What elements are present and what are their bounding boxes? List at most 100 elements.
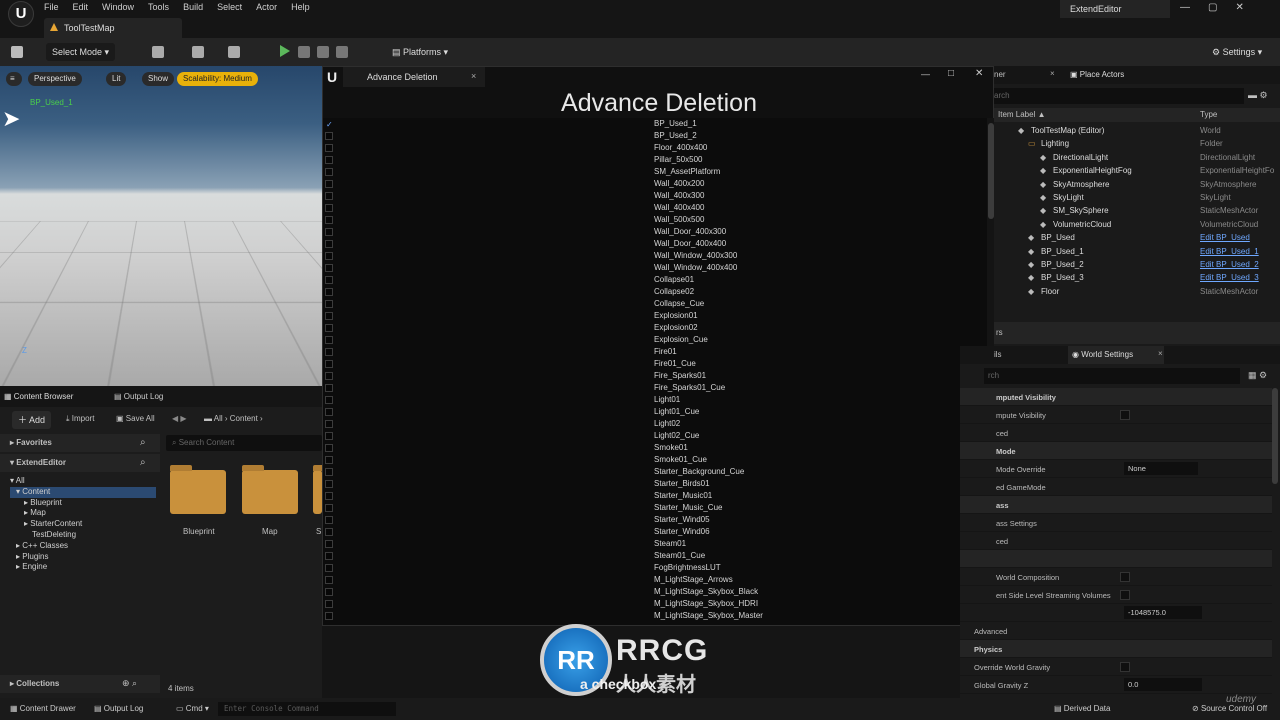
asset-checkbox[interactable]	[325, 360, 333, 368]
tree-all[interactable]: ▾ All	[10, 476, 156, 487]
close-icon[interactable]: ✕	[1235, 2, 1243, 13]
asset-checkbox[interactable]	[325, 144, 333, 152]
asset-checkbox[interactable]	[325, 300, 333, 308]
asset-row[interactable]: Wall_Door_400x300	[323, 226, 987, 238]
add-button[interactable]: ＋ Add	[12, 411, 52, 429]
property-checkbox[interactable]	[1120, 590, 1130, 600]
asset-checkbox[interactable]	[325, 588, 333, 596]
asset-checkbox[interactable]	[325, 492, 333, 500]
asset-row[interactable]: Fire01	[323, 346, 987, 358]
details-section-header[interactable]: mputed Visibility	[960, 388, 1272, 406]
console-input[interactable]: Enter Console Command	[218, 702, 396, 716]
property-checkbox[interactable]	[1120, 410, 1130, 420]
asset-row[interactable]: Smoke01	[323, 442, 987, 454]
asset-checkbox[interactable]	[325, 456, 333, 464]
asset-checkbox[interactable]	[325, 552, 333, 560]
breadcrumb-content[interactable]: Content	[230, 414, 258, 423]
outliner-row[interactable]: ◆ BP_Used Edit BP_Used	[994, 231, 1280, 244]
asset-checkbox[interactable]	[325, 168, 333, 176]
property-checkbox[interactable]	[1120, 662, 1130, 672]
asset-row[interactable]: Fire01_Cue	[323, 358, 987, 370]
asset-checkbox[interactable]	[325, 408, 333, 416]
dialog-maximize-icon[interactable]: □	[948, 68, 954, 79]
asset-checkbox[interactable]	[325, 180, 333, 188]
place-actors-tab[interactable]: ▣ Place Actors	[1070, 70, 1124, 79]
maximize-icon[interactable]: ▢	[1208, 2, 1217, 13]
details-property-row[interactable]: -1048575.0	[960, 604, 1272, 622]
asset-row[interactable]: ✓ BP_Used_1	[323, 118, 987, 130]
asset-row[interactable]: Fire_Sparks01_Cue	[323, 382, 987, 394]
asset-row[interactable]: M_LightStage_Skybox_Black	[323, 586, 987, 598]
menu-window[interactable]: Window	[102, 2, 134, 12]
asset-row[interactable]: Wall_400x400	[323, 202, 987, 214]
asset-checkbox[interactable]	[325, 228, 333, 236]
asset-checkbox[interactable]	[325, 480, 333, 488]
asset-checkbox[interactable]	[325, 564, 333, 572]
outliner-row[interactable]: ▭ Lighting Folder	[994, 137, 1280, 150]
asset-checkbox[interactable]	[325, 312, 333, 320]
derived-data-button[interactable]: ▤ Derived Data	[1048, 701, 1116, 717]
outliner-row[interactable]: ◆ Floor StaticMeshActor	[994, 285, 1280, 298]
asset-row[interactable]: Light01	[323, 394, 987, 406]
asset-checkbox[interactable]	[325, 288, 333, 296]
breadcrumb-all[interactable]: All	[214, 414, 223, 423]
asset-row[interactable]: Collapse02	[323, 286, 987, 298]
asset-checkbox[interactable]	[325, 372, 333, 380]
outliner-row[interactable]: ◆ BP_Used_3 Edit BP_Used_3	[994, 271, 1280, 284]
asset-row[interactable]: Explosion02	[323, 322, 987, 334]
tree-engine[interactable]: ▸ Engine	[10, 562, 156, 573]
save-icon[interactable]	[11, 46, 23, 58]
advance-deletion-tab[interactable]: Advance Deletion	[343, 67, 485, 87]
asset-row[interactable]: Wall_Window_400x300	[323, 250, 987, 262]
gamemode-override-dropdown[interactable]: None	[1124, 462, 1198, 475]
dialog-close-icon[interactable]: ✕	[975, 68, 983, 79]
tree-startercontent[interactable]: ▸ StarterContent	[10, 519, 156, 530]
unreal-logo-icon[interactable]: U	[8, 1, 34, 27]
col-type[interactable]: Type	[1200, 110, 1217, 119]
asset-checkbox[interactable]	[325, 600, 333, 608]
details-search-input[interactable]: rch	[984, 368, 1240, 384]
asset-checkbox[interactable]: ✓	[325, 120, 333, 129]
history-nav[interactable]: ◀ ▶	[172, 414, 187, 423]
asset-row[interactable]: Wall_Window_400x400	[323, 262, 987, 274]
asset-checkbox[interactable]	[325, 384, 333, 392]
asset-row[interactable]: Pillar_50x500	[323, 154, 987, 166]
outliner-row[interactable]: ◆ VolumetricCloud VolumetricCloud	[994, 218, 1280, 231]
folder-map-icon[interactable]	[242, 465, 298, 514]
details-property-row[interactable]: ed GameMode	[960, 478, 1272, 496]
search-content-input[interactable]: ⌕ Search Content	[166, 435, 322, 451]
asset-row[interactable]: SM_AssetPlatform	[323, 166, 987, 178]
outliner-row[interactable]: ◆ DirectionalLight DirectionalLight	[994, 151, 1280, 164]
tree-cpp-classes[interactable]: ▸ C++ Classes	[10, 541, 156, 552]
outliner-item-type[interactable]: Edit BP_Used	[1200, 233, 1280, 242]
outliner-item-type[interactable]: Edit BP_Used_2	[1200, 260, 1280, 269]
details-property-row[interactable]: ent Side Level Streaming Volumes	[960, 586, 1272, 604]
asset-checkbox[interactable]	[325, 348, 333, 356]
output-log-button[interactable]: ▤ Output Log	[88, 701, 149, 717]
asset-row[interactable]: M_LightStage_Skybox_HDRI	[323, 598, 987, 610]
details-section-header[interactable]: Physics	[960, 640, 1272, 658]
eject-icon[interactable]	[336, 46, 348, 58]
settings-button[interactable]: ⚙ Settings ▾	[1206, 43, 1268, 61]
asset-checkbox[interactable]	[325, 336, 333, 344]
cinematics-icon[interactable]	[228, 46, 240, 58]
asset-checkbox[interactable]	[325, 420, 333, 428]
details-property-row[interactable]: ass Settings	[960, 514, 1272, 532]
folder-blueprint-icon[interactable]	[170, 465, 226, 514]
asset-checkbox[interactable]	[325, 204, 333, 212]
details-property-row[interactable]: Global Gravity Z 0.0	[960, 676, 1272, 694]
details-property-row[interactable]: World Composition	[960, 568, 1272, 586]
details-property-row[interactable]: Advanced	[960, 622, 1272, 640]
asset-row[interactable]: Starter_Background_Cue	[323, 466, 987, 478]
asset-row[interactable]: Starter_Wind06	[323, 526, 987, 538]
outliner-row[interactable]: ◆ SkyLight SkyLight	[994, 191, 1280, 204]
asset-checkbox[interactable]	[325, 192, 333, 200]
asset-checkbox[interactable]	[325, 612, 333, 620]
details-scrollbar[interactable]	[1272, 388, 1278, 484]
outliner-row[interactable]: ◆ BP_Used_1 Edit BP_Used_1	[994, 245, 1280, 258]
asset-checkbox[interactable]	[325, 240, 333, 248]
outliner-row[interactable]: ◆ BP_Used_2 Edit BP_Used_2	[994, 258, 1280, 271]
dialog-minimize-icon[interactable]: —	[921, 69, 930, 79]
content-browser-tab[interactable]: ▦ Content Browser	[4, 392, 73, 401]
menu-file[interactable]: File	[44, 2, 59, 12]
